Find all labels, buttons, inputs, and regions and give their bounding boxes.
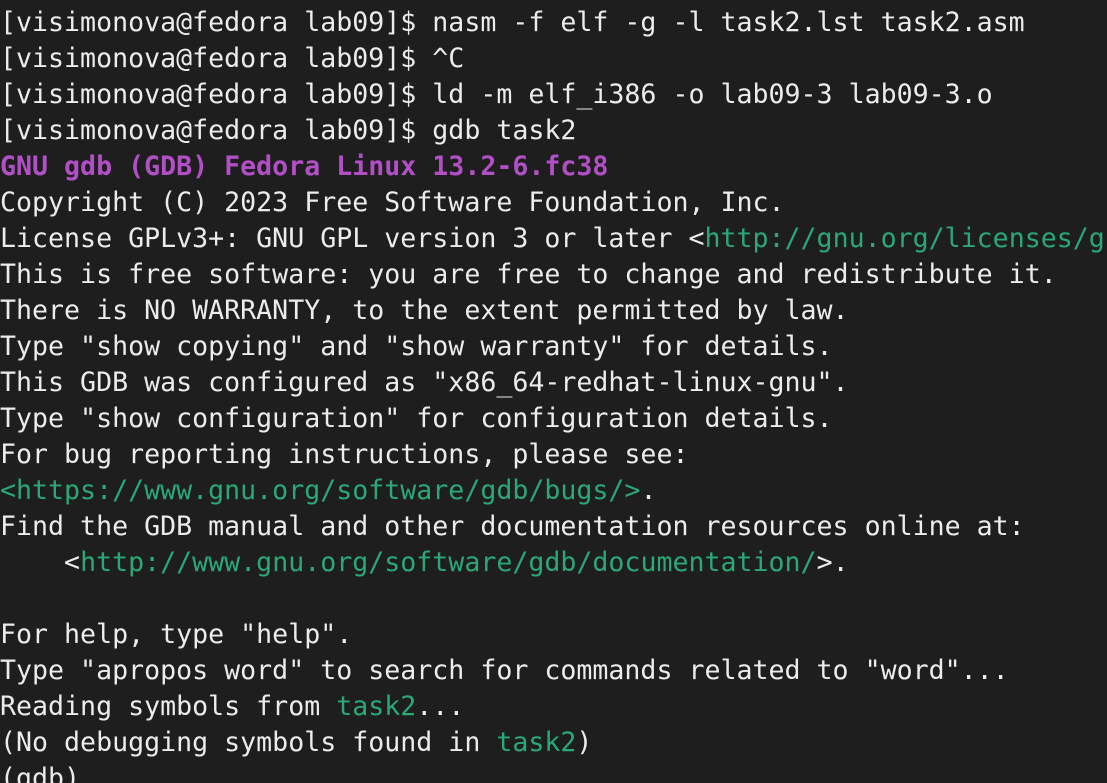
- terminal-line: For help, type "help".: [0, 617, 1107, 653]
- terminal-line: Find the GDB manual and other documentat…: [0, 509, 1107, 545]
- terminal-line: (gdb): [0, 761, 1107, 783]
- terminal-text: (No debugging symbols found in: [0, 727, 497, 758]
- terminal-text: [visimonova@fedora lab09]$ gdb task2: [0, 115, 577, 146]
- terminal-line: GNU gdb (GDB) Fedora Linux 13.2-6.fc38: [0, 149, 1107, 185]
- terminal-line: For bug reporting instructions, please s…: [0, 437, 1107, 473]
- terminal-link[interactable]: http://gnu.org/licenses/gpl.html: [704, 223, 1107, 254]
- terminal-line: License GPLv3+: GNU GPL version 3 or lat…: [0, 221, 1107, 257]
- terminal-line: <http://www.gnu.org/software/gdb/documen…: [0, 545, 1107, 581]
- terminal-text: Type "show configuration" for configurat…: [0, 403, 833, 434]
- terminal-text: Type "show copying" and "show warranty" …: [0, 331, 833, 362]
- terminal-text: License GPLv3+: GNU GPL version 3 or lat…: [0, 223, 705, 254]
- terminal-line: [visimonova@fedora lab09]$ gdb task2: [0, 113, 1107, 149]
- terminal-line: This is free software: you are free to c…: [0, 257, 1107, 293]
- terminal-text: There is NO WARRANTY, to the extent perm…: [0, 295, 849, 326]
- terminal-text: Find the GDB manual and other documentat…: [0, 511, 1025, 542]
- terminal-window[interactable]: [visimonova@fedora lab09]$ nasm -f elf -…: [0, 0, 1107, 783]
- terminal-link[interactable]: <https://www.gnu.org/software/gdb/bugs/>: [0, 475, 640, 506]
- terminal-text: [visimonova@fedora lab09]$ nasm -f elf -…: [0, 7, 1025, 38]
- terminal-line: (No debugging symbols found in task2): [0, 725, 1107, 761]
- terminal-text: Copyright (C) 2023 Free Software Foundat…: [0, 187, 785, 218]
- terminal-text: This GDB was configured as "x86_64-redha…: [0, 367, 849, 398]
- terminal-text: <: [0, 547, 81, 578]
- terminal-text: For bug reporting instructions, please s…: [0, 439, 689, 470]
- terminal-line: Type "apropos word" to search for comman…: [0, 653, 1107, 689]
- terminal-line: <https://www.gnu.org/software/gdb/bugs/>…: [0, 473, 1107, 509]
- terminal-line: Type "show configuration" for configurat…: [0, 401, 1107, 437]
- terminal-link[interactable]: task2: [496, 727, 576, 758]
- terminal-text: [visimonova@fedora lab09]$ ld -m elf_i38…: [0, 79, 993, 110]
- terminal-line: [visimonova@fedora lab09]$ nasm -f elf -…: [0, 5, 1107, 41]
- terminal-link[interactable]: task2: [336, 691, 416, 722]
- terminal-text: Type "apropos word" to search for comman…: [0, 655, 1009, 686]
- terminal-line: Copyright (C) 2023 Free Software Foundat…: [0, 185, 1107, 221]
- terminal-link[interactable]: http://www.gnu.org/software/gdb/document…: [80, 547, 817, 578]
- terminal-line: [visimonova@fedora lab09]$ ld -m elf_i38…: [0, 77, 1107, 113]
- terminal-line: Type "show copying" and "show warranty" …: [0, 329, 1107, 365]
- gdb-banner: GNU gdb (GDB) Fedora Linux 13.2-6.fc38: [0, 151, 609, 182]
- terminal-text: This is free software: you are free to c…: [0, 259, 1057, 290]
- terminal-text: Reading symbols from: [0, 691, 337, 722]
- terminal-text: .: [640, 475, 657, 506]
- terminal-text: For help, type "help".: [0, 619, 353, 650]
- terminal-text: (gdb): [0, 763, 97, 783]
- terminal-line: There is NO WARRANTY, to the extent perm…: [0, 293, 1107, 329]
- terminal-text: ): [576, 727, 593, 758]
- terminal-line: [visimonova@fedora lab09]$ ^C: [0, 41, 1107, 77]
- terminal-text: >.: [816, 547, 849, 578]
- terminal-line: This GDB was configured as "x86_64-redha…: [0, 365, 1107, 401]
- terminal-text: ...: [416, 691, 465, 722]
- terminal-text: [visimonova@fedora lab09]$ ^C: [0, 43, 465, 74]
- terminal-line: Reading symbols from task2...: [0, 689, 1107, 725]
